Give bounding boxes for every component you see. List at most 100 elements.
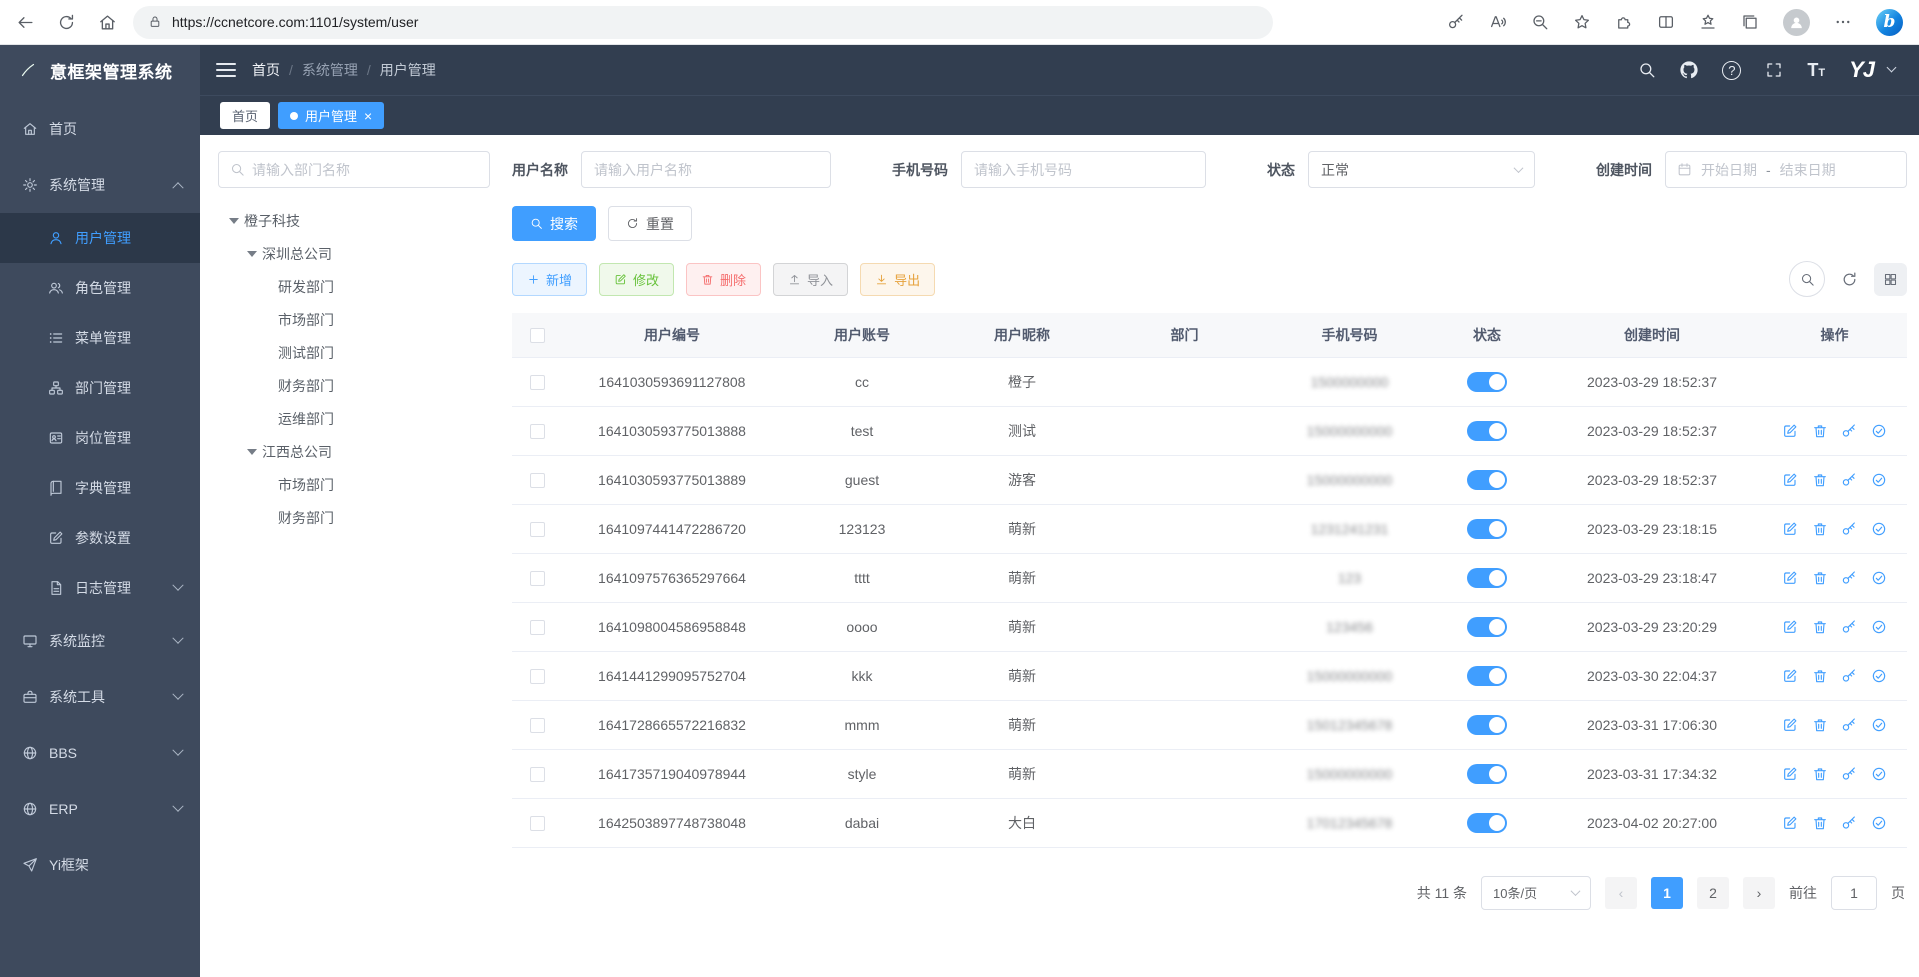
row-checkbox[interactable] bbox=[530, 522, 545, 537]
collections-icon[interactable] bbox=[1741, 13, 1759, 31]
row-delete-icon[interactable] bbox=[1812, 766, 1828, 782]
sidebar-item-users[interactable]: 用户管理 bbox=[0, 213, 200, 263]
prev-page-button[interactable]: ‹ bbox=[1605, 877, 1637, 909]
caret-down-icon[interactable] bbox=[242, 449, 262, 455]
row-delete-icon[interactable] bbox=[1812, 619, 1828, 635]
sidebar-item-home[interactable]: 首页 bbox=[0, 101, 200, 157]
row-edit-icon[interactable] bbox=[1782, 521, 1798, 537]
sidebar-collapse-icon[interactable] bbox=[216, 63, 236, 77]
status-select[interactable]: 正常 bbox=[1308, 151, 1535, 188]
tree-node[interactable]: 江西总公司 bbox=[218, 435, 490, 468]
row-checkbox[interactable] bbox=[530, 424, 545, 439]
sidebar-item-system[interactable]: 系统管理 bbox=[0, 157, 200, 213]
row-delete-icon[interactable] bbox=[1812, 815, 1828, 831]
help-icon[interactable]: ? bbox=[1722, 61, 1741, 80]
key-icon[interactable] bbox=[1447, 13, 1465, 31]
goto-page-input[interactable] bbox=[1831, 876, 1877, 910]
next-page-button[interactable]: › bbox=[1743, 877, 1775, 909]
bing-icon[interactable]: b bbox=[1876, 9, 1903, 36]
row-edit-icon[interactable] bbox=[1782, 472, 1798, 488]
tree-node[interactable]: 测试部门 bbox=[218, 336, 490, 369]
tree-node[interactable]: 市场部门 bbox=[218, 303, 490, 336]
row-edit-icon[interactable] bbox=[1782, 668, 1798, 684]
page-1-button[interactable]: 1 bbox=[1651, 877, 1683, 909]
chevron-down-icon[interactable] bbox=[1887, 63, 1897, 73]
status-toggle[interactable] bbox=[1467, 764, 1507, 784]
row-assign-role-icon[interactable] bbox=[1871, 766, 1887, 782]
browser-profile-avatar[interactable] bbox=[1783, 9, 1810, 36]
caret-down-icon[interactable] bbox=[242, 251, 262, 257]
sidebar-item-erp[interactable]: ERP bbox=[0, 781, 200, 837]
tree-node[interactable]: 研发部门 bbox=[218, 270, 490, 303]
phone-input[interactable] bbox=[961, 151, 1206, 188]
add-button[interactable]: 新增 bbox=[512, 263, 587, 296]
row-assign-role-icon[interactable] bbox=[1871, 717, 1887, 733]
tree-node[interactable]: 财务部门 bbox=[218, 369, 490, 402]
page-size-select[interactable]: 10条/页 bbox=[1481, 876, 1591, 910]
row-delete-icon[interactable] bbox=[1812, 668, 1828, 684]
row-edit-icon[interactable] bbox=[1782, 570, 1798, 586]
row-assign-role-icon[interactable] bbox=[1871, 570, 1887, 586]
status-toggle[interactable] bbox=[1467, 568, 1507, 588]
table-search-toggle[interactable] bbox=[1789, 261, 1825, 297]
header-search-icon[interactable] bbox=[1638, 61, 1656, 79]
dept-search-input[interactable] bbox=[252, 162, 478, 178]
row-delete-icon[interactable] bbox=[1812, 717, 1828, 733]
row-edit-icon[interactable] bbox=[1782, 619, 1798, 635]
tree-node[interactable]: 财务部门 bbox=[218, 501, 490, 534]
favorites-bar-icon[interactable] bbox=[1699, 13, 1717, 31]
tree-node[interactable]: 运维部门 bbox=[218, 402, 490, 435]
caret-down-icon[interactable] bbox=[224, 218, 244, 224]
tab-user-management[interactable]: 用户管理 × bbox=[278, 102, 384, 129]
column-settings-button[interactable] bbox=[1874, 263, 1907, 296]
status-toggle[interactable] bbox=[1467, 470, 1507, 490]
zoom-out-icon[interactable] bbox=[1531, 13, 1549, 31]
read-aloud-icon[interactable] bbox=[1489, 13, 1507, 31]
import-button[interactable]: 导入 bbox=[773, 263, 848, 296]
font-size-icon[interactable]: TT bbox=[1807, 60, 1825, 81]
table-refresh-button[interactable] bbox=[1841, 271, 1858, 288]
row-edit-icon[interactable] bbox=[1782, 815, 1798, 831]
favorites-icon[interactable] bbox=[1573, 13, 1591, 31]
sidebar-item-logs[interactable]: 日志管理 bbox=[0, 563, 200, 613]
status-toggle[interactable] bbox=[1467, 813, 1507, 833]
refresh-icon[interactable] bbox=[57, 13, 76, 32]
status-toggle[interactable] bbox=[1467, 421, 1507, 441]
row-reset-password-icon[interactable] bbox=[1841, 766, 1857, 782]
page-2-button[interactable]: 2 bbox=[1697, 877, 1729, 909]
address-bar[interactable]: https://ccnetcore.com:1101/system/user bbox=[133, 6, 1273, 39]
row-assign-role-icon[interactable] bbox=[1871, 619, 1887, 635]
dept-search-box[interactable] bbox=[218, 151, 490, 188]
row-reset-password-icon[interactable] bbox=[1841, 472, 1857, 488]
row-assign-role-icon[interactable] bbox=[1871, 668, 1887, 684]
sidebar-item-dictionary[interactable]: 字典管理 bbox=[0, 463, 200, 513]
status-toggle[interactable] bbox=[1467, 519, 1507, 539]
row-checkbox[interactable] bbox=[530, 473, 545, 488]
row-delete-icon[interactable] bbox=[1812, 472, 1828, 488]
row-checkbox[interactable] bbox=[530, 767, 545, 782]
reset-button[interactable]: 重置 bbox=[608, 206, 692, 241]
tab-home[interactable]: 首页 bbox=[220, 102, 270, 129]
extensions-icon[interactable] bbox=[1615, 13, 1633, 31]
sidebar-item-parameters[interactable]: 参数设置 bbox=[0, 513, 200, 563]
sidebar-item-tools[interactable]: 系统工具 bbox=[0, 669, 200, 725]
sidebar-item-departments[interactable]: 部门管理 bbox=[0, 363, 200, 413]
sidebar-item-yi-framework[interactable]: Yi框架 bbox=[0, 837, 200, 893]
split-screen-icon[interactable] bbox=[1657, 13, 1675, 31]
home-icon[interactable] bbox=[98, 13, 117, 32]
sidebar-item-positions[interactable]: 岗位管理 bbox=[0, 413, 200, 463]
row-reset-password-icon[interactable] bbox=[1841, 668, 1857, 684]
row-edit-icon[interactable] bbox=[1782, 717, 1798, 733]
username-input[interactable] bbox=[581, 151, 831, 188]
row-reset-password-icon[interactable] bbox=[1841, 570, 1857, 586]
row-edit-icon[interactable] bbox=[1782, 766, 1798, 782]
status-toggle[interactable] bbox=[1467, 715, 1507, 735]
row-reset-password-icon[interactable] bbox=[1841, 619, 1857, 635]
select-all-checkbox[interactable] bbox=[530, 328, 545, 343]
row-delete-icon[interactable] bbox=[1812, 521, 1828, 537]
status-toggle[interactable] bbox=[1467, 617, 1507, 637]
back-icon[interactable] bbox=[16, 13, 35, 32]
fullscreen-icon[interactable] bbox=[1765, 61, 1783, 79]
row-checkbox[interactable] bbox=[530, 620, 545, 635]
github-icon[interactable] bbox=[1680, 61, 1698, 79]
